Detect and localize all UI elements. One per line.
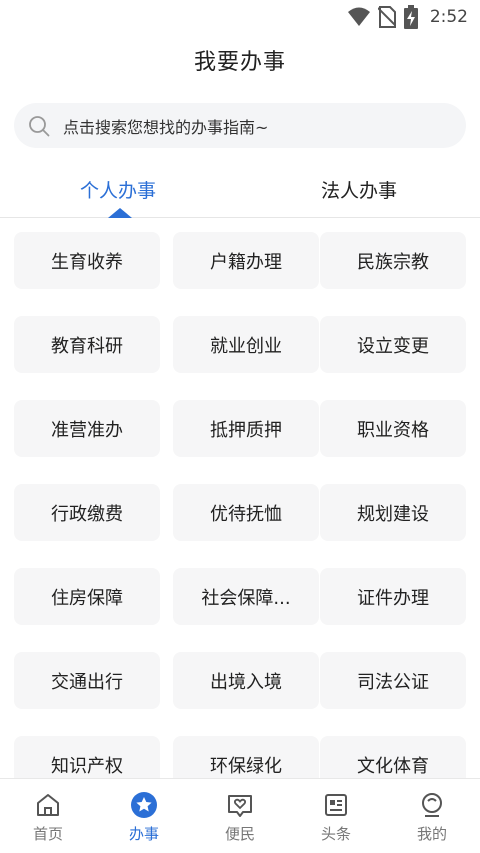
news-icon (325, 794, 347, 816)
search-placeholder: 点击搜索您想找的办事指南~ (63, 117, 269, 137)
no-sim-icon (377, 6, 396, 28)
star-icon (131, 792, 157, 818)
tab-active-indicator (108, 208, 132, 218)
nav-convenience-label: 便民 (224, 825, 255, 843)
category-item[interactable]: 交通出行 (14, 652, 160, 709)
nav-services-label: 办事 (128, 825, 159, 843)
category-item[interactable]: 文化体育 (320, 736, 466, 778)
heart-icon (228, 795, 252, 817)
nav-profile[interactable]: 我的 (384, 779, 480, 853)
category-item[interactable]: 职业资格 (320, 400, 466, 457)
category-item[interactable]: 规划建设 (320, 484, 466, 541)
nav-home[interactable]: 首页 (0, 779, 96, 853)
category-item[interactable]: 证件办理 (320, 568, 466, 625)
battery-charging-icon (403, 5, 418, 29)
category-grid: 生育收养 户籍办理 民族宗教 教育科研 就业创业 设立变更 准营准办 抵押质押 … (14, 232, 466, 778)
nav-profile-label: 我的 (416, 825, 447, 843)
status-bar: 2:52 (0, 0, 480, 34)
category-item[interactable]: 优待抚恤 (173, 484, 319, 541)
category-item[interactable]: 社会保障... (173, 568, 319, 625)
category-item[interactable]: 知识产权 (14, 736, 160, 778)
nav-services[interactable]: 办事 (96, 779, 192, 853)
category-item[interactable]: 民族宗教 (320, 232, 466, 289)
category-item[interactable]: 抵押质押 (173, 400, 319, 457)
search-input[interactable]: 点击搜索您想找的办事指南~ (14, 103, 466, 148)
status-time: 2:52 (429, 7, 468, 27)
category-item[interactable]: 就业创业 (173, 316, 319, 373)
category-item[interactable]: 生育收养 (14, 232, 160, 289)
category-item[interactable]: 教育科研 (14, 316, 160, 373)
bottom-nav: 首页 办事 便民 头条 我的 (0, 778, 480, 853)
category-item[interactable]: 准营准办 (14, 400, 160, 457)
nav-home-label: 首页 (32, 825, 63, 843)
category-item[interactable]: 设立变更 (320, 316, 466, 373)
page-title: 我要办事 (193, 50, 286, 75)
home-icon (37, 794, 59, 816)
screen: 2:52 我要办事 点击搜索您想找的办事指南~ 个人办事 法人办事 生育收养 户… (0, 0, 480, 853)
category-item[interactable]: 行政缴费 (14, 484, 160, 541)
search-icon (29, 115, 50, 136)
category-item[interactable]: 环保绿化 (173, 736, 319, 778)
nav-convenience[interactable]: 便民 (192, 779, 288, 853)
wifi-icon (347, 7, 370, 26)
tab-personal[interactable]: 个人办事 (80, 176, 156, 203)
nav-news-label: 头条 (320, 825, 351, 843)
category-item[interactable]: 司法公证 (320, 652, 466, 709)
tab-bar: 个人办事 法人办事 (0, 160, 480, 218)
category-item[interactable]: 出境入境 (173, 652, 319, 709)
category-item[interactable]: 户籍办理 (173, 232, 319, 289)
nav-news[interactable]: 头条 (288, 779, 384, 853)
profile-icon (422, 793, 442, 817)
category-item[interactable]: 住房保障 (14, 568, 160, 625)
tab-legal[interactable]: 法人办事 (321, 176, 397, 203)
